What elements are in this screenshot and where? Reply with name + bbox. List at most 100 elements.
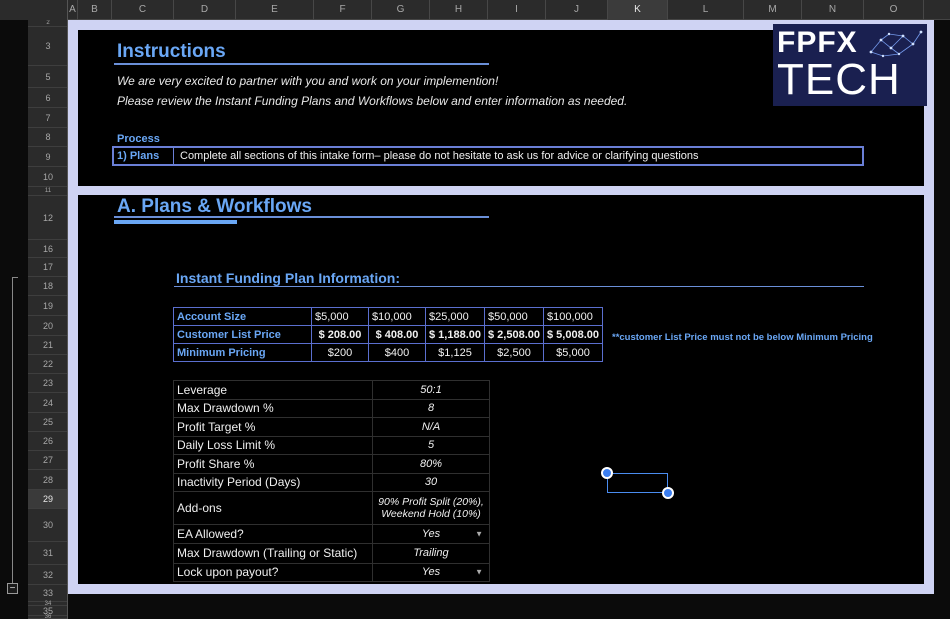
column-header-a[interactable]: A	[68, 0, 78, 20]
plan-cell[interactable]: $ 208.00	[311, 325, 369, 344]
row-header-5[interactable]: 5	[28, 66, 67, 88]
row-header-29[interactable]: 29	[28, 490, 67, 509]
row-header-16[interactable]: 16	[28, 240, 67, 258]
row-header-23[interactable]: 23	[28, 374, 67, 393]
row-group-tick	[12, 277, 18, 278]
setting-row: Leverage 50:1	[173, 380, 490, 400]
row-header-22[interactable]: 22	[28, 355, 67, 374]
dropdown-arrow-icon[interactable]: ▼	[475, 568, 483, 577]
plan-cell[interactable]: $5,000	[543, 343, 603, 362]
row-header-7[interactable]: 7	[28, 108, 67, 128]
logo-line-2: TECH	[777, 55, 901, 104]
column-header-m[interactable]: M	[744, 0, 802, 20]
setting-value-cell[interactable]: 5	[372, 435, 490, 455]
column-header-o[interactable]: O	[864, 0, 924, 20]
setting-value-cell[interactable]: Yes ▼	[372, 524, 490, 544]
selection-handle-end[interactable]	[662, 487, 674, 499]
setting-value-cell[interactable]: 8	[372, 398, 490, 418]
plan-cell[interactable]: $ 5,008.00	[543, 325, 603, 344]
setting-label: Profit Target %	[173, 417, 373, 437]
setting-value-cell[interactable]: 80%	[372, 454, 490, 474]
plan-cell[interactable]: $ 408.00	[368, 325, 426, 344]
row-header-2[interactable]: 2	[28, 20, 67, 27]
setting-value-cell[interactable]: 90% Profit Split (20%), Weekend Hold (10…	[372, 491, 490, 525]
settings-table: Leverage 50:1 Max Drawdown % 8 Profit Target…	[173, 380, 490, 582]
fpfx-tech-logo: FPFX TECH	[773, 24, 927, 106]
process-row[interactable]: 1) Plans Complete all sections of this i…	[112, 146, 864, 166]
row-header-8[interactable]: 8	[28, 128, 67, 147]
plan-cell[interactable]: $ 1,188.00	[425, 325, 485, 344]
row-header-26[interactable]: 26	[28, 432, 67, 451]
select-all-corner[interactable]	[0, 0, 68, 20]
column-header-e[interactable]: E	[236, 0, 314, 20]
process-text: Complete all sections of this intake for…	[180, 150, 699, 162]
plan-row-label[interactable]: Customer List Price	[173, 325, 312, 344]
setting-value-cell[interactable]: Trailing	[372, 543, 490, 564]
column-header-h[interactable]: H	[430, 0, 488, 20]
dropdown-arrow-icon[interactable]: ▼	[475, 530, 483, 539]
setting-label: Leverage	[173, 380, 373, 400]
selection-range[interactable]	[607, 473, 668, 493]
setting-value-cell[interactable]: N/A	[372, 417, 490, 437]
column-header-b[interactable]: B	[78, 0, 112, 20]
row-header-6[interactable]: 6	[28, 88, 67, 108]
selection-handle-start[interactable]	[601, 467, 613, 479]
column-header-l[interactable]: L	[668, 0, 744, 20]
plan-row-label[interactable]: Minimum Pricing	[173, 343, 312, 362]
setting-label: Max Drawdown (Trailing or Static)	[173, 543, 373, 564]
setting-row: Inactivity Period (Days) 30	[173, 472, 490, 492]
row-header-19[interactable]: 19	[28, 296, 67, 316]
column-header-d[interactable]: D	[174, 0, 236, 20]
row-header-20[interactable]: 20	[28, 316, 67, 336]
column-header-j[interactable]: J	[546, 0, 608, 20]
row-header-32[interactable]: 32	[28, 565, 67, 585]
plan-cell[interactable]: $ 2,508.00	[484, 325, 544, 344]
column-header-i[interactable]: I	[488, 0, 546, 20]
plan-cell[interactable]: $400	[368, 343, 426, 362]
row-header-18[interactable]: 18	[28, 277, 67, 296]
row-header-24[interactable]: 24	[28, 393, 67, 413]
column-header-f[interactable]: F	[314, 0, 372, 20]
plan-cell[interactable]: $1,125	[425, 343, 485, 362]
right-scroll-area[interactable]	[934, 20, 950, 619]
setting-row: Max Drawdown % 8	[173, 398, 490, 418]
plan-cell[interactable]: $100,000	[543, 307, 603, 326]
row-header-30[interactable]: 30	[28, 509, 67, 542]
setting-value: N/A	[421, 420, 441, 433]
row-header-3[interactable]: 3	[28, 27, 67, 66]
row-header-11[interactable]: 11	[28, 187, 67, 196]
setting-value: 50:1	[420, 383, 442, 396]
row-header-25[interactable]: 25	[28, 413, 67, 432]
column-header-k[interactable]: K	[608, 0, 668, 20]
setting-value: 30	[424, 476, 438, 489]
collapse-group-button[interactable]: −	[7, 583, 18, 594]
plan-cell[interactable]: $2,500	[484, 343, 544, 362]
setting-label: EA Allowed?	[173, 524, 373, 544]
row-header-27[interactable]: 27	[28, 451, 67, 470]
plan-cell[interactable]: $200	[311, 343, 369, 362]
row-header-9[interactable]: 9	[28, 147, 67, 167]
row-header-17[interactable]: 17	[28, 258, 67, 277]
plan-row-label[interactable]: Account Size	[173, 307, 312, 326]
column-header-g[interactable]: G	[372, 0, 430, 20]
row-header-28[interactable]: 28	[28, 470, 67, 490]
setting-value-cell[interactable]: 50:1	[372, 380, 490, 400]
row-header-21[interactable]: 21	[28, 336, 67, 355]
row-header-12[interactable]: 12	[28, 196, 67, 240]
plan-cell[interactable]: $50,000	[484, 307, 544, 326]
column-header-n[interactable]: N	[802, 0, 864, 20]
plan-cell[interactable]: $25,000	[425, 307, 485, 326]
setting-row: Max Drawdown (Trailing or Static) Trailin…	[173, 543, 490, 564]
setting-value-cell[interactable]: Yes ▼	[372, 562, 490, 582]
column-header-c[interactable]: C	[112, 0, 174, 20]
plan-cell[interactable]: $10,000	[368, 307, 426, 326]
row-header-31[interactable]: 31	[28, 542, 67, 565]
plans-title-underline	[114, 216, 489, 218]
plan-cell[interactable]: $5,000	[311, 307, 369, 326]
instructions-line-1: We are very excited to partner with you …	[117, 74, 499, 88]
column-header-bar: ABCDEFGHIJKLMNO	[0, 0, 950, 20]
row-header-10[interactable]: 10	[28, 167, 67, 187]
plans-title-accent	[114, 220, 237, 224]
row-header-33[interactable]: 33	[28, 585, 67, 602]
setting-value-cell[interactable]: 30	[372, 472, 490, 492]
